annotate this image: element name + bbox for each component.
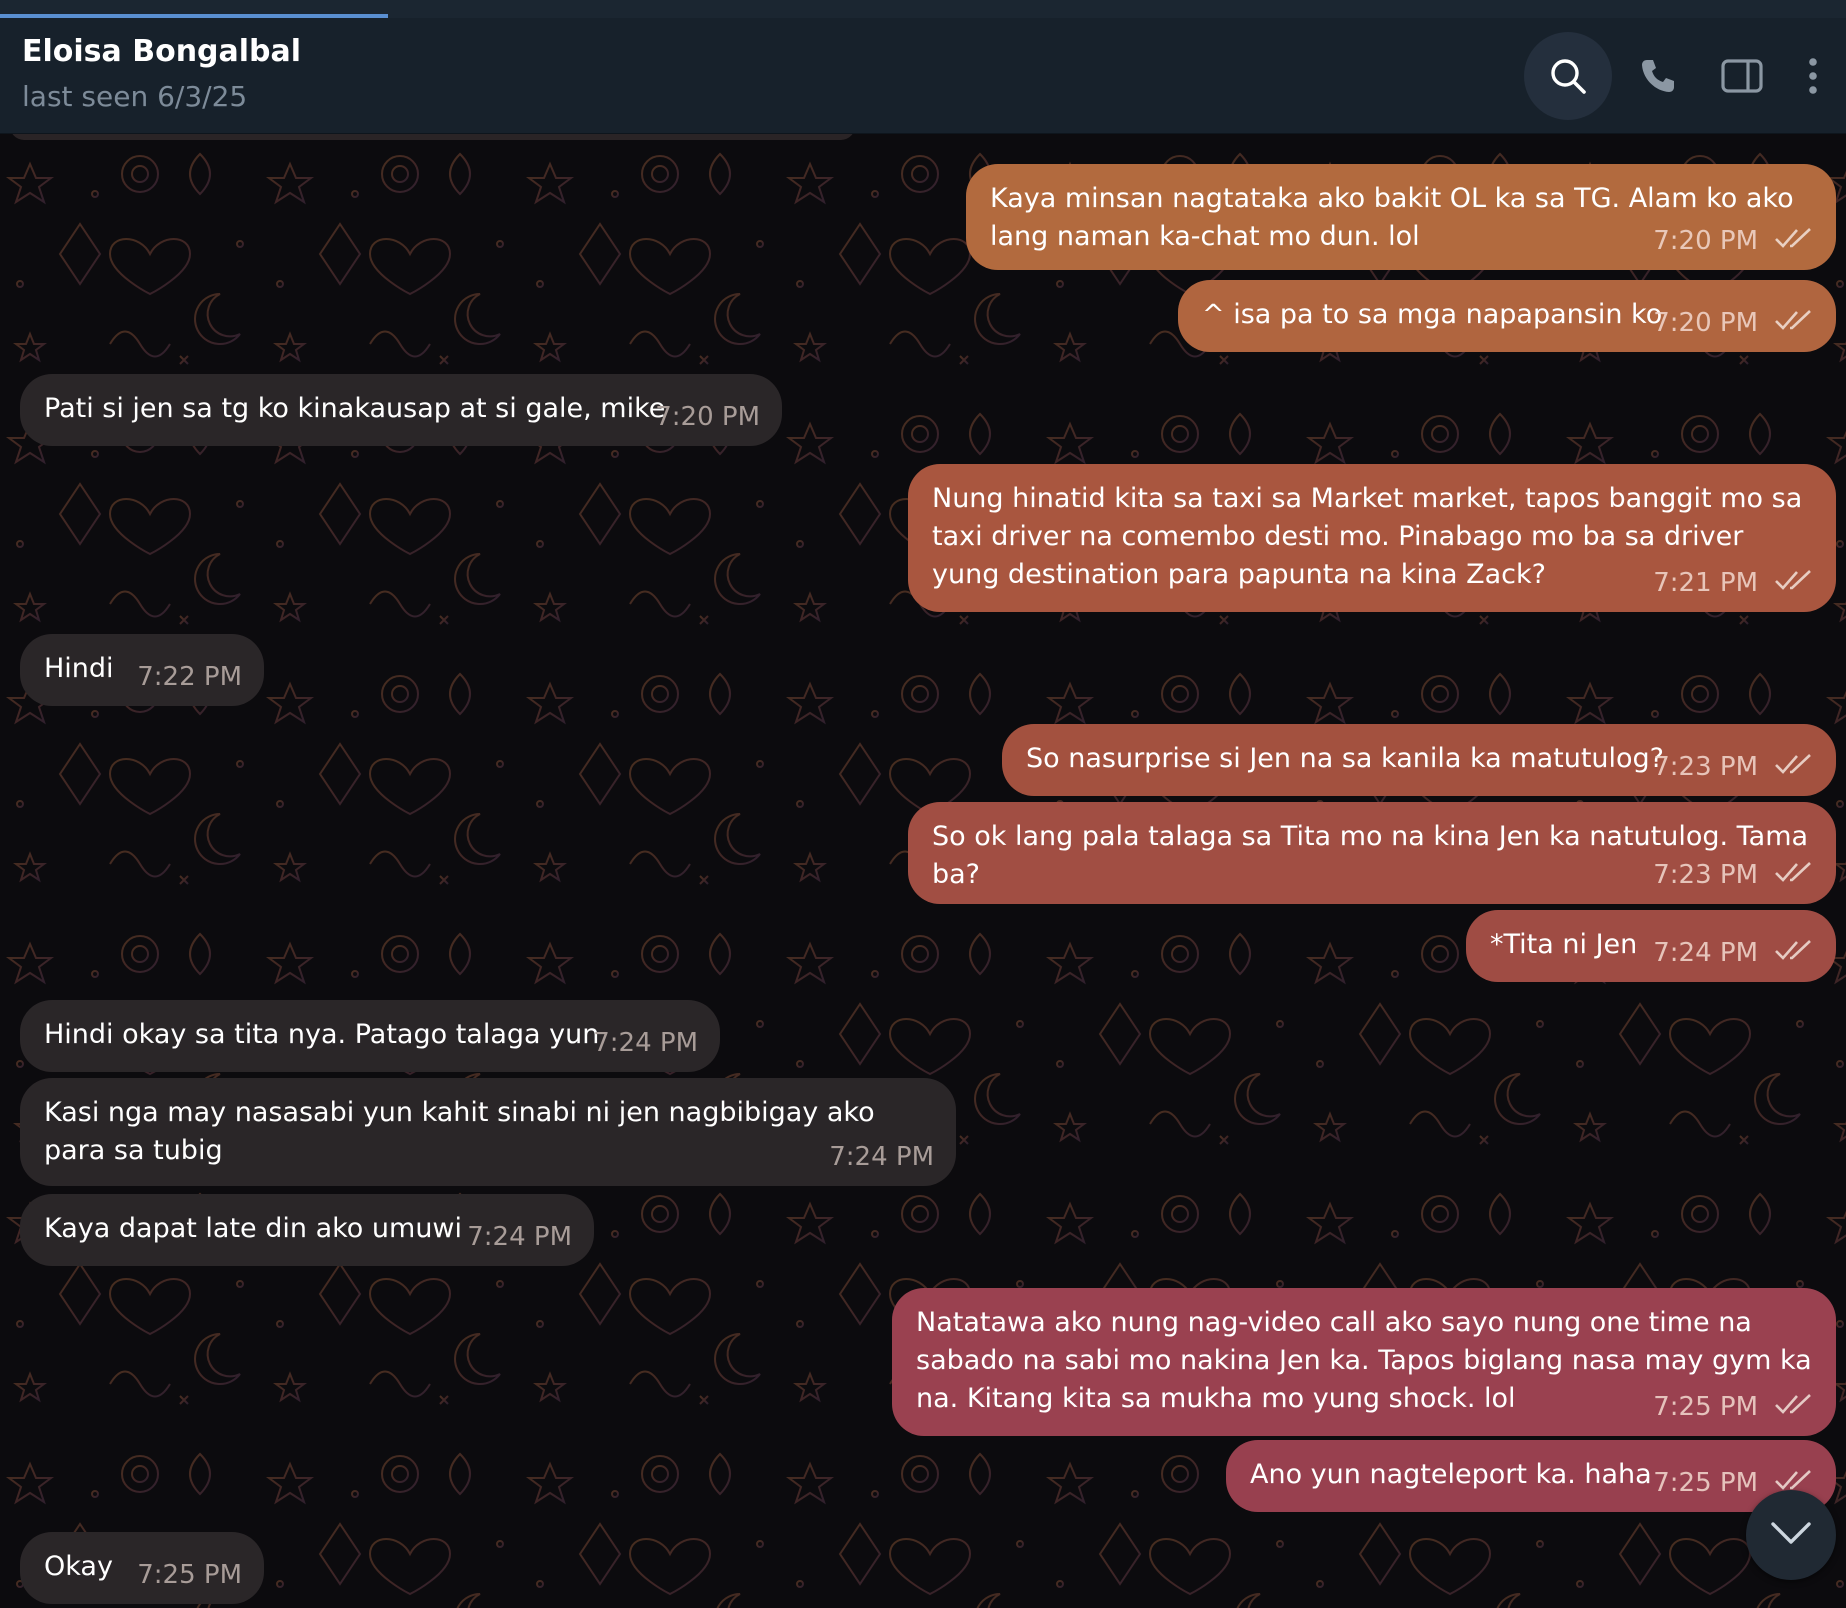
message-list[interactable]: Kaya minsan nagtataka ako bakit OL ka sa… — [0, 134, 1846, 1608]
message-outgoing[interactable]: Kaya minsan nagtataka ako bakit OL ka sa… — [966, 164, 1836, 270]
message-incoming[interactable]: Hindi okay sa tita nya. Patago talaga yu… — [20, 1000, 720, 1072]
contact-name[interactable]: Eloisa Bongalbal — [22, 34, 301, 69]
previous-message-edge — [10, 134, 855, 140]
search-button[interactable] — [1524, 32, 1612, 120]
message-time: 7:20 PM — [655, 402, 760, 432]
message-time: 7:20 PM — [1653, 308, 1758, 338]
phone-icon — [1638, 56, 1678, 96]
message-outgoing[interactable]: Natatawa ako nung nag-video call ako say… — [892, 1288, 1836, 1436]
double-check-icon — [1774, 304, 1814, 342]
message-outgoing[interactable]: So ok lang pala talaga sa Tita mo na kin… — [908, 802, 1836, 904]
message-incoming[interactable]: Pati si jen sa tg ko kinakausap at si ga… — [20, 374, 782, 446]
telegram-window: Eloisa Bongalbal last seen 6/3/25 Kaya m… — [0, 0, 1846, 1608]
toggle-sidebar-button[interactable] — [1698, 32, 1786, 120]
message-time: 7:23 PM — [1653, 860, 1758, 890]
search-icon — [1548, 56, 1588, 96]
message-text: Pati si jen sa tg ko kinakausap at si ga… — [44, 393, 666, 424]
message-meta: 7:21 PM — [1653, 564, 1814, 602]
message-time: 7:24 PM — [1653, 938, 1758, 968]
message-outgoing[interactable]: So nasurprise si Jen na sa kanila ka mat… — [1002, 724, 1836, 796]
last-seen-status: last seen 6/3/25 — [22, 80, 248, 113]
call-button[interactable] — [1614, 32, 1702, 120]
message-time: 7:23 PM — [1653, 752, 1758, 782]
double-check-icon — [1774, 748, 1814, 786]
message-outgoing[interactable]: Ano yun nagteleport ka. haha 7:25 PM — [1226, 1440, 1836, 1512]
double-check-icon — [1774, 1388, 1814, 1426]
double-check-icon — [1774, 856, 1814, 894]
message-meta: 7:20 PM — [1653, 222, 1814, 260]
message-time: 7:24 PM — [593, 1028, 698, 1058]
message-outgoing[interactable]: ^ isa pa to sa mga napapansin ko 7:20 PM — [1178, 280, 1836, 352]
message-meta: 7:24 PM — [829, 1138, 934, 1176]
message-meta: 7:20 PM — [655, 398, 760, 436]
more-vertical-icon — [1807, 56, 1819, 96]
message-incoming[interactable]: Hindi 7:22 PM — [20, 634, 264, 706]
message-incoming[interactable]: Kaya dapat late din ako umuwi 7:24 PM — [20, 1194, 594, 1266]
message-time: 7:21 PM — [1653, 568, 1758, 598]
top-strip — [0, 0, 1846, 18]
message-time: 7:25 PM — [1653, 1468, 1758, 1498]
message-text: Kasi nga may nasasabi yun kahit sinabi n… — [44, 1097, 884, 1166]
message-meta: 7:25 PM — [137, 1556, 242, 1594]
message-time: 7:25 PM — [1653, 1392, 1758, 1422]
double-check-icon — [1774, 564, 1814, 602]
message-meta: 7:20 PM — [1653, 304, 1814, 342]
message-meta: 7:22 PM — [137, 658, 242, 696]
message-meta: 7:24 PM — [593, 1024, 698, 1062]
message-meta: 7:25 PM — [1653, 1388, 1814, 1426]
double-check-icon — [1774, 934, 1814, 972]
message-time: 7:24 PM — [467, 1222, 572, 1252]
message-time: 7:24 PM — [829, 1142, 934, 1172]
message-time: 7:25 PM — [137, 1560, 242, 1590]
message-time: 7:20 PM — [1653, 226, 1758, 256]
message-meta: 7:24 PM — [467, 1218, 572, 1256]
scroll-to-bottom-button[interactable] — [1746, 1490, 1836, 1580]
double-check-icon — [1774, 222, 1814, 260]
message-meta: 7:23 PM — [1653, 748, 1814, 786]
message-outgoing[interactable]: Nung hinatid kita sa taxi sa Market mark… — [908, 464, 1836, 612]
message-meta: 7:24 PM — [1653, 934, 1814, 972]
more-button[interactable] — [1778, 32, 1846, 120]
message-outgoing[interactable]: *Tita ni Jen 7:24 PM — [1466, 910, 1836, 982]
message-incoming[interactable]: Kasi nga may nasasabi yun kahit sinabi n… — [20, 1078, 956, 1186]
message-time: 7:22 PM — [137, 662, 242, 692]
chat-header[interactable]: Eloisa Bongalbal last seen 6/3/25 — [0, 18, 1846, 134]
message-meta: 7:23 PM — [1653, 856, 1814, 894]
chevron-down-icon — [1769, 1520, 1813, 1551]
sidebar-toggle-icon — [1720, 56, 1764, 96]
message-incoming[interactable]: Okay 7:25 PM — [20, 1532, 264, 1604]
